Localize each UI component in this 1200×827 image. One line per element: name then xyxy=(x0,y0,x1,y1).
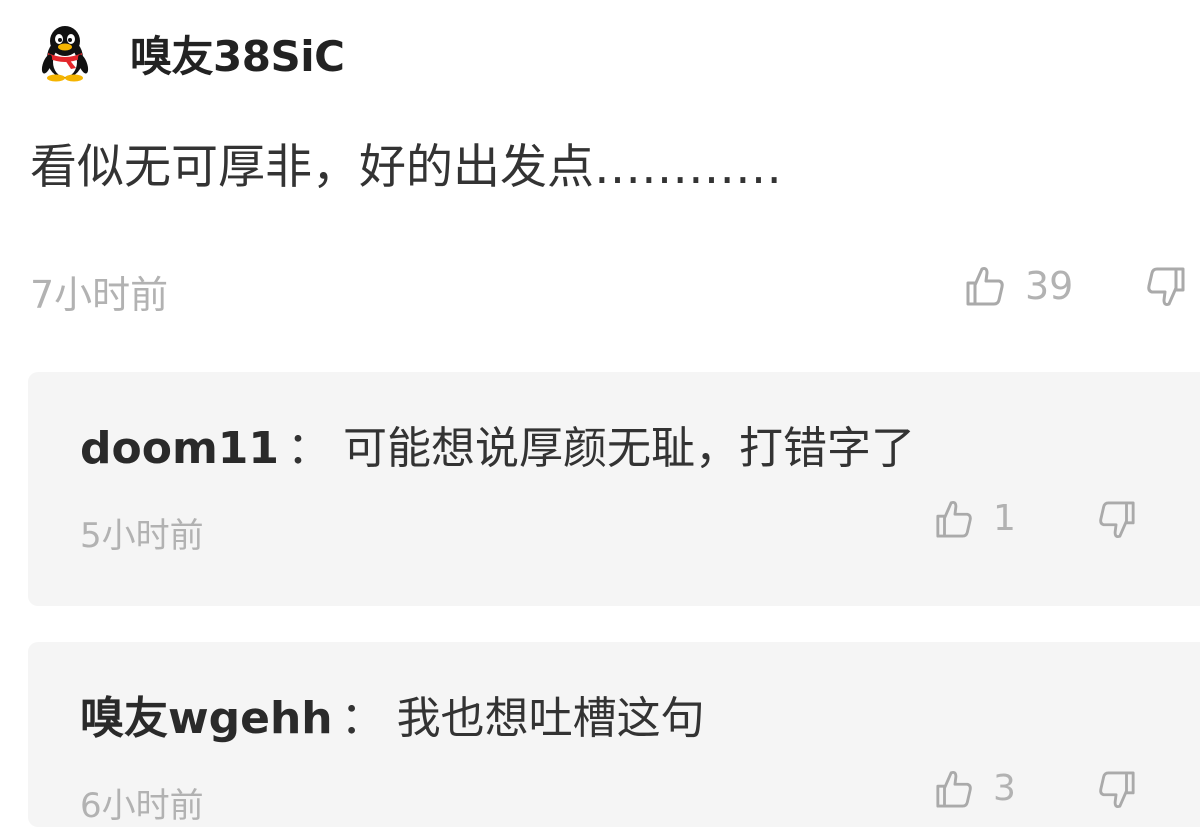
qq-penguin-avatar[interactable] xyxy=(38,24,92,82)
comment-meta: 7小时前 39 xyxy=(30,258,1200,317)
reply-item: doom11：可能想说厚颜无耻，打错字了 5小时前 1 xyxy=(28,372,1200,606)
reply-line: doom11：可能想说厚颜无耻，打错字了 xyxy=(80,412,915,476)
comment-username[interactable]: 嗅友38SiC xyxy=(130,23,345,84)
reply-item: 嗅友wgehh：我也想吐槽这句 6小时前 3 xyxy=(28,642,1200,827)
comment-thread: 嗅友38SiC 看似无可厚非，好的出发点………… 7小时前 39 doom11 … xyxy=(0,0,1200,827)
thumbs-up-icon xyxy=(935,499,973,539)
comment-timestamp: 7小时前 xyxy=(30,273,169,317)
comment-dislike-button[interactable] xyxy=(1146,266,1186,308)
reply-text: 我也想吐槽这句 xyxy=(396,693,705,744)
reply-dislike-button[interactable] xyxy=(1098,500,1136,540)
comment-text: 看似无可厚非，好的出发点………… xyxy=(30,140,782,195)
reply-separator: ： xyxy=(287,423,332,474)
reply-dislike-button[interactable] xyxy=(1098,770,1136,810)
reply-like-button[interactable]: 3 xyxy=(935,768,1016,809)
comment-like-count: 39 xyxy=(1025,264,1074,308)
thumbs-up-icon xyxy=(965,265,1005,307)
reply-line: 嗅友wgehh：我也想吐槽这句 xyxy=(80,682,705,746)
reply-author[interactable]: 嗅友wgehh xyxy=(80,693,333,744)
reply-timestamp: 6小时前 xyxy=(80,786,204,826)
thumbs-down-icon xyxy=(1146,266,1186,308)
reply-like-count: 1 xyxy=(993,498,1016,539)
reply-separator: ： xyxy=(340,693,385,744)
thumbs-up-icon xyxy=(935,769,973,809)
comment-header: 嗅友38SiC xyxy=(38,22,345,84)
comment-like-button[interactable]: 39 xyxy=(965,264,1073,308)
reply-timestamp: 5小时前 xyxy=(80,516,204,556)
thumbs-down-icon xyxy=(1098,770,1136,810)
reply-like-button[interactable]: 1 xyxy=(935,498,1016,539)
reply-like-count: 3 xyxy=(993,768,1016,809)
thumbs-down-icon xyxy=(1098,500,1136,540)
reply-author[interactable]: doom11 xyxy=(80,423,279,474)
reply-text: 可能想说厚颜无耻，打错字了 xyxy=(343,423,916,474)
